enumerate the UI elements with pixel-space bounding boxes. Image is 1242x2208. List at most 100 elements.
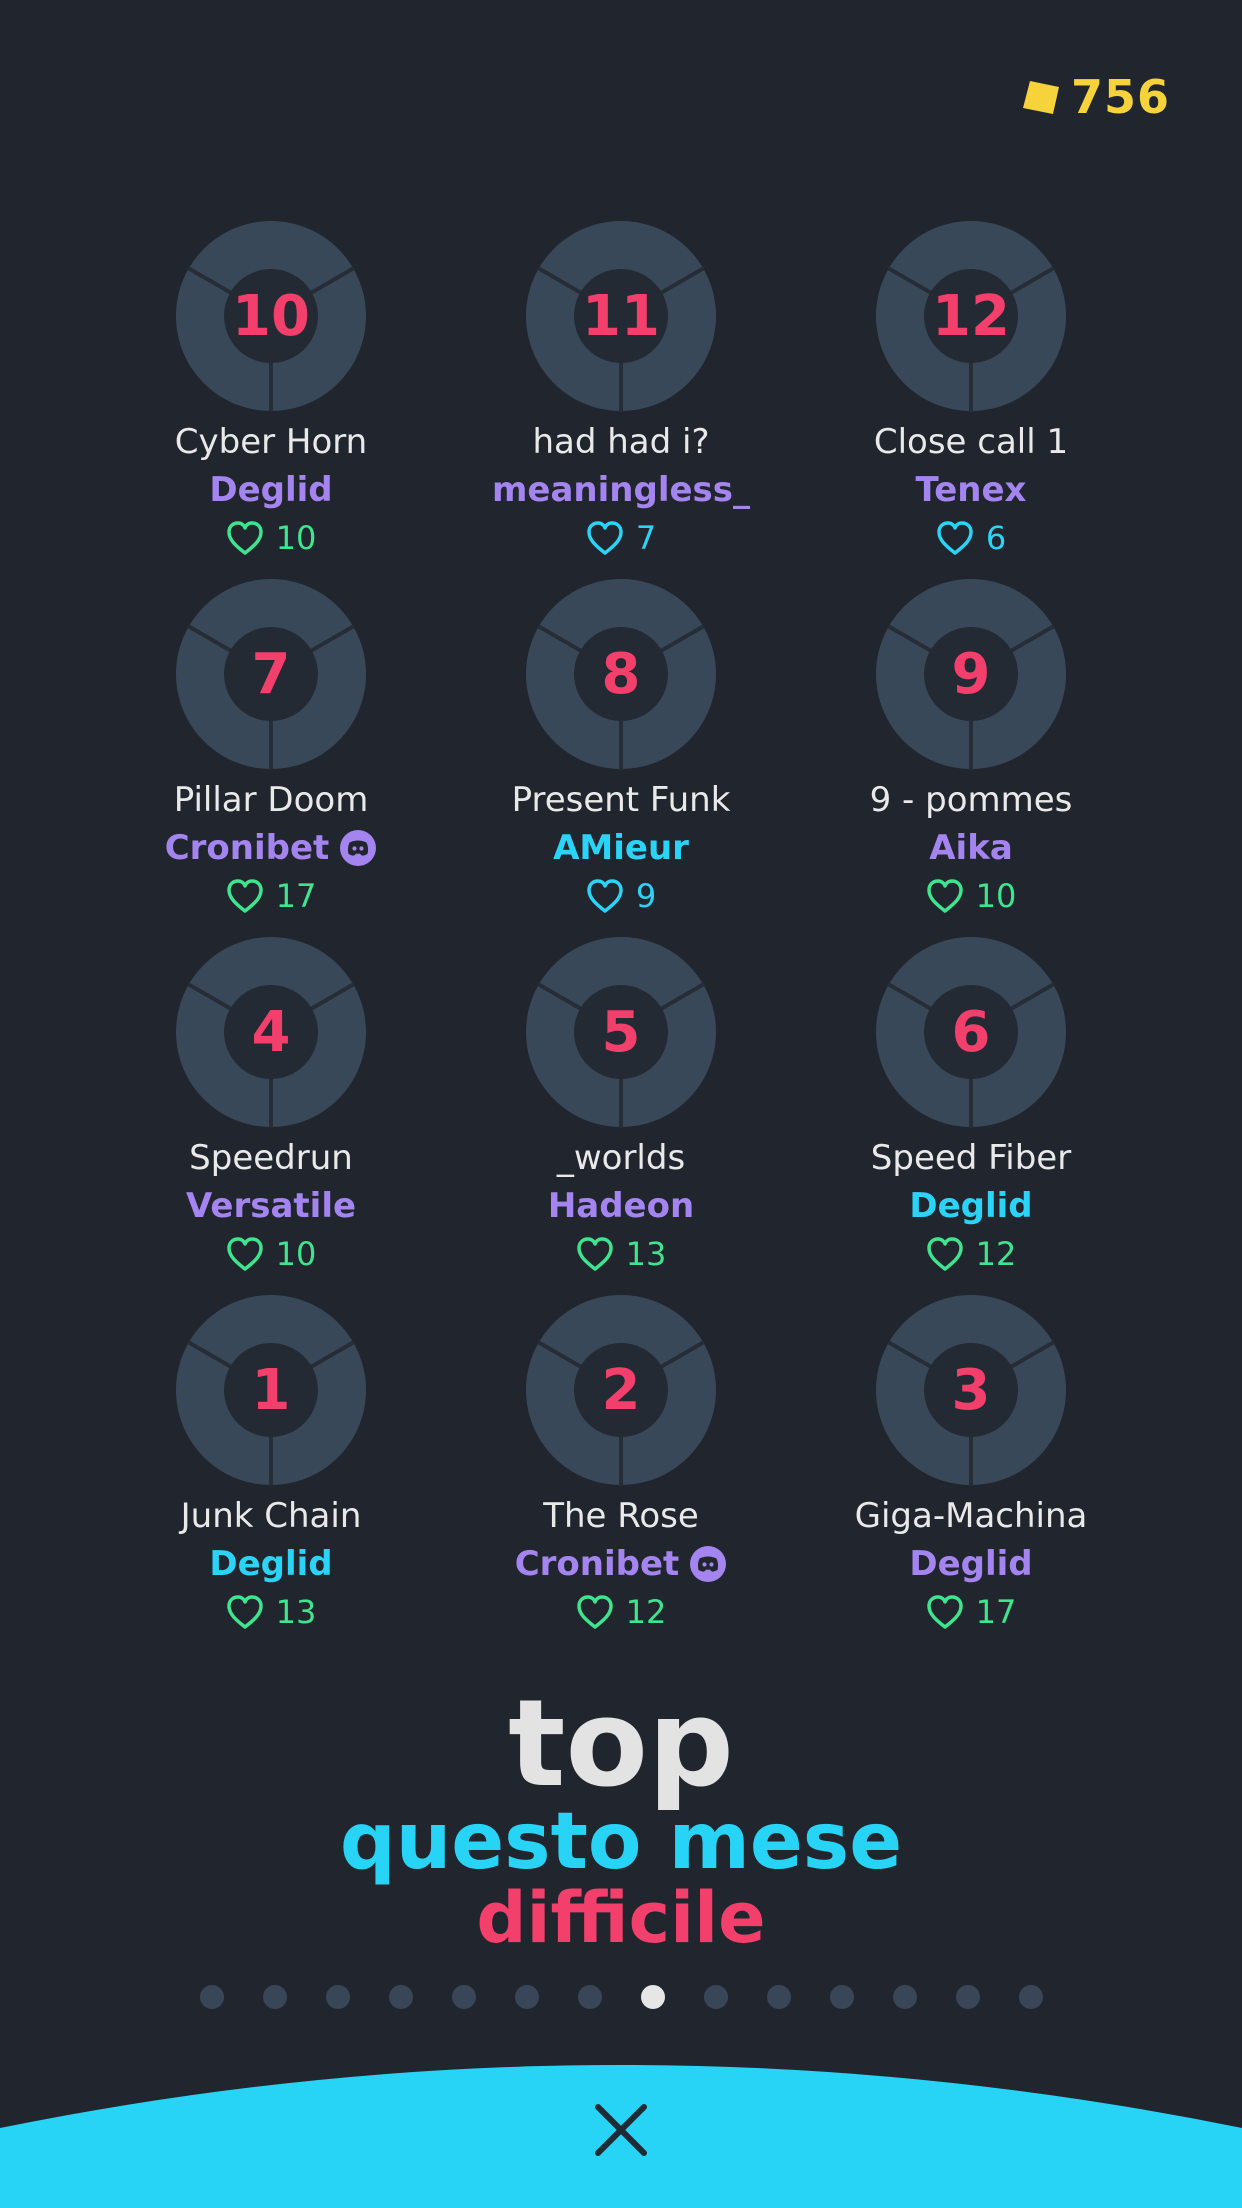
level-title: Speedrun bbox=[189, 1138, 353, 1178]
author-name: Aika bbox=[929, 828, 1013, 868]
page-dot[interactable] bbox=[451, 1985, 476, 2009]
level-number: 1 bbox=[251, 1357, 291, 1423]
level-number: 2 bbox=[601, 1357, 641, 1423]
level-card[interactable]: 10 Cyber Horn Deglid 10 bbox=[96, 220, 446, 578]
like-count: 17 bbox=[975, 1593, 1017, 1631]
level-likes: 10 bbox=[226, 1230, 317, 1278]
level-number: 4 bbox=[251, 999, 291, 1065]
level-card[interactable]: 5 _worlds Hadeon 13 bbox=[446, 936, 796, 1294]
like-count: 10 bbox=[975, 877, 1017, 915]
close-icon bbox=[595, 2104, 647, 2156]
page-dot[interactable] bbox=[892, 1985, 917, 2009]
author-name: Versatile bbox=[185, 1186, 357, 1226]
level-ring[interactable]: 2 bbox=[525, 1294, 717, 1486]
level-author[interactable]: Deglid bbox=[209, 1540, 332, 1588]
close-button[interactable] bbox=[581, 2090, 661, 2170]
currency-value: 756 bbox=[1070, 70, 1170, 124]
level-likes: 13 bbox=[226, 1588, 317, 1636]
level-card[interactable]: 4 Speedrun Versatile 10 bbox=[96, 936, 446, 1294]
page-dot[interactable] bbox=[766, 1985, 791, 2009]
discord-icon bbox=[690, 1546, 727, 1582]
level-number: 8 bbox=[601, 641, 641, 707]
level-card[interactable]: 3 Giga-Machina Deglid 17 bbox=[796, 1294, 1146, 1652]
page-dot[interactable] bbox=[199, 1985, 224, 2009]
level-author[interactable]: Aika bbox=[929, 824, 1013, 872]
level-ring[interactable]: 6 bbox=[875, 936, 1067, 1128]
like-count: 10 bbox=[275, 1235, 317, 1273]
level-title: _worlds bbox=[556, 1138, 686, 1178]
level-ring[interactable]: 5 bbox=[525, 936, 717, 1128]
heart-icon bbox=[937, 521, 973, 555]
level-likes: 9 bbox=[586, 872, 656, 920]
level-card[interactable]: 9 9 - pommes Aika 10 bbox=[796, 578, 1146, 936]
author-name: Deglid bbox=[209, 1544, 333, 1584]
currency-display: 756 bbox=[1021, 62, 1170, 132]
page-dot[interactable] bbox=[640, 1985, 665, 2009]
page-dot[interactable] bbox=[577, 1985, 602, 2009]
like-count: 6 bbox=[985, 519, 1007, 557]
level-card[interactable]: 11 had had i? meaningless_ 7 bbox=[446, 220, 796, 578]
page-dot[interactable] bbox=[262, 1985, 287, 2009]
level-ring[interactable]: 8 bbox=[525, 578, 717, 770]
like-count: 13 bbox=[275, 1593, 317, 1631]
level-likes: 10 bbox=[226, 514, 316, 562]
level-ring[interactable]: 12 bbox=[875, 220, 1067, 412]
level-card[interactable]: 6 Speed Fiber Deglid 12 bbox=[796, 936, 1146, 1294]
level-title: Pillar Doom bbox=[173, 780, 369, 820]
author-name: meaningless_ bbox=[491, 470, 751, 510]
heart-icon bbox=[226, 521, 263, 555]
page-dot[interactable] bbox=[955, 1985, 980, 2009]
page-dot[interactable] bbox=[325, 1985, 350, 2009]
level-number: 7 bbox=[251, 641, 291, 707]
level-card[interactable]: 7 Pillar Doom Cronibet 17 bbox=[96, 578, 446, 936]
level-author[interactable]: meaningless_ bbox=[492, 466, 750, 514]
level-title: The Rose bbox=[543, 1496, 699, 1536]
level-grid: 10 Cyber Horn Deglid 10 11 had had i? me… bbox=[96, 220, 1146, 1652]
level-likes: 10 bbox=[926, 872, 1017, 920]
level-title: Junk Chain bbox=[180, 1496, 362, 1536]
like-count: 9 bbox=[635, 877, 657, 915]
author-name: Tenex bbox=[915, 470, 1027, 510]
heading-difficulty: difficile bbox=[476, 1877, 766, 1959]
level-number: 9 bbox=[951, 641, 991, 707]
level-ring[interactable]: 11 bbox=[525, 220, 717, 412]
level-author[interactable]: Deglid bbox=[209, 466, 332, 514]
author-name: Deglid bbox=[209, 470, 333, 510]
page-dot[interactable] bbox=[388, 1985, 413, 2009]
level-ring[interactable]: 7 bbox=[175, 578, 367, 770]
level-ring[interactable]: 1 bbox=[175, 1294, 367, 1486]
discord-icon bbox=[340, 830, 377, 866]
level-author[interactable]: Cronibet bbox=[165, 824, 378, 872]
level-ring[interactable]: 3 bbox=[875, 1294, 1067, 1486]
page-dot[interactable] bbox=[514, 1985, 539, 2009]
page-dot[interactable] bbox=[703, 1985, 728, 2009]
level-likes: 17 bbox=[926, 1588, 1017, 1636]
level-title: Present Funk bbox=[511, 780, 731, 820]
page-dot[interactable] bbox=[829, 1985, 854, 2009]
level-ring[interactable]: 10 bbox=[175, 220, 367, 412]
page-dot[interactable] bbox=[1018, 1985, 1043, 2009]
level-author[interactable]: Deglid bbox=[909, 1540, 1032, 1588]
level-author[interactable]: Versatile bbox=[186, 1182, 356, 1230]
level-card[interactable]: 1 Junk Chain Deglid 13 bbox=[96, 1294, 446, 1652]
level-author[interactable]: Deglid bbox=[909, 1182, 1032, 1230]
level-number: 6 bbox=[951, 999, 991, 1065]
heart-icon bbox=[926, 1237, 963, 1271]
level-ring[interactable]: 4 bbox=[175, 936, 367, 1128]
level-ring[interactable]: 9 bbox=[875, 578, 1067, 770]
like-count: 17 bbox=[275, 877, 317, 915]
heart-icon bbox=[226, 879, 263, 913]
level-author[interactable]: AMieur bbox=[553, 824, 689, 872]
heart-icon bbox=[226, 1237, 263, 1271]
level-author[interactable]: Hadeon bbox=[548, 1182, 694, 1230]
cube-gem-icon bbox=[1022, 81, 1059, 114]
level-author[interactable]: Cronibet bbox=[515, 1540, 728, 1588]
level-author[interactable]: Tenex bbox=[916, 466, 1027, 514]
level-number: 10 bbox=[232, 283, 310, 349]
level-title: 9 - pommes bbox=[869, 780, 1073, 820]
heading-top: top bbox=[508, 1675, 734, 1814]
like-count: 13 bbox=[625, 1235, 667, 1273]
level-card[interactable]: 2 The Rose Cronibet 12 bbox=[446, 1294, 796, 1652]
level-card[interactable]: 12 Close call 1 Tenex 6 bbox=[796, 220, 1146, 578]
level-card[interactable]: 8 Present Funk AMieur 9 bbox=[446, 578, 796, 936]
